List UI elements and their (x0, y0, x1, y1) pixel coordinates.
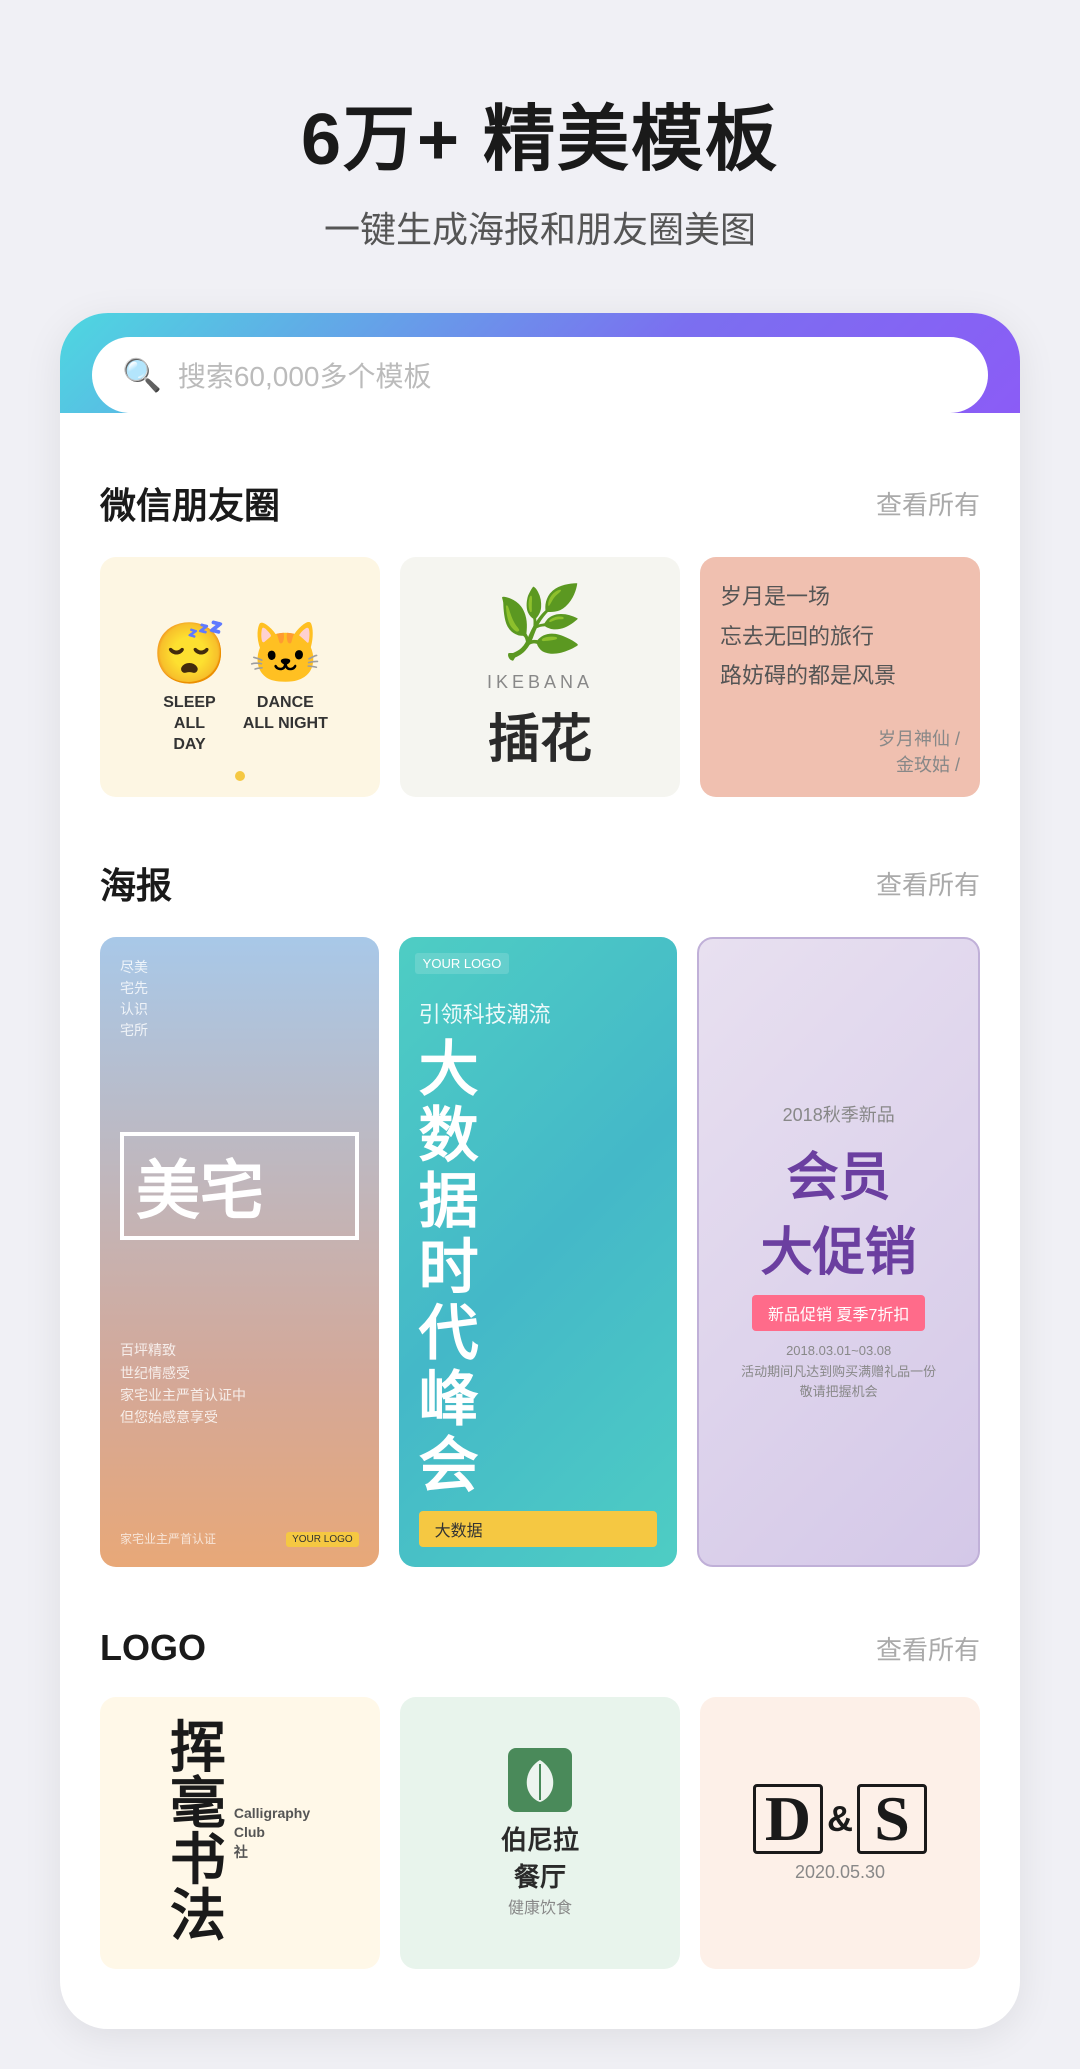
poster-1-tagline: 尽美宅先认识宅所 (120, 957, 359, 1041)
logo-section-title: LOGO (100, 1627, 206, 1669)
sleep-label: SLEEPALLDAY (163, 693, 215, 755)
logo-section-header: LOGO 查看所有 (100, 1627, 980, 1669)
poster-1-footer: 家宅业主严首认证 YOUR LOGO (120, 1528, 359, 1547)
ds-date: 2020.05.30 (795, 1862, 885, 1883)
logo-card-calligraphy[interactable]: 挥毫书法 CalligraphyClub社 (100, 1697, 380, 1969)
poster-card-real-estate[interactable]: 尽美宅先认识宅所 美宅 百坪精致世纪情感受家宅业主严首认证中但您始感意享受 家宅… (100, 937, 379, 1567)
header-section: 6万+ 精美模板 一键生成海报和朋友圈美图 (0, 0, 1080, 293)
poster-1-main-title: 美宅 (120, 1132, 359, 1240)
logo-see-all[interactable]: 查看所有 (876, 1630, 980, 1667)
poem-line-3: 路妨碍的都是风景 (720, 656, 960, 696)
search-bar[interactable]: 🔍 搜索60,000多个模板 (92, 337, 988, 413)
poem-line-1: 岁月是一场 (720, 577, 960, 617)
logo-card-ds[interactable]: D & S 2020.05.30 (700, 1697, 980, 1969)
poster-3-sub: 新品促销 夏季7折扣 (752, 1295, 925, 1331)
poster-card-member-promo[interactable]: 2018秋季新品 会员大促销 新品促销 夏季7折扣 2018.03.01~03.… (697, 937, 980, 1567)
dot-decoration (235, 771, 245, 781)
ikebana-cn: 插花 (488, 697, 592, 772)
ds-logo-wrap: D & S (753, 1784, 927, 1854)
poster-see-all[interactable]: 查看所有 (876, 865, 980, 902)
logo-section: LOGO 查看所有 挥毫书法 CalligraphyClub社 (60, 1587, 1020, 1989)
poster-2-subtitle: 引领科技潮流 (419, 997, 658, 1029)
wechat-section: 微信朋友圈 查看所有 😴 SLEEPALLDAY 🐱 DANCEALL NIGH… (60, 437, 1020, 817)
calligraphy-cn-chars: 挥毫书法 (170, 1721, 226, 1945)
leaf-icon (508, 1748, 572, 1812)
ds-d: D (753, 1784, 823, 1854)
main-card: 🔍 搜索60,000多个模板 微信朋友圈 查看所有 😴 SLEEPALLDAY … (60, 313, 1020, 2029)
logo-card-grid: 挥毫书法 CalligraphyClub社 伯尼拉餐厅 健康饮食 (100, 1697, 980, 1969)
poster-1-top: 尽美宅先认识宅所 (120, 957, 359, 1041)
ds-ampersand: & (827, 1798, 853, 1840)
poster-section: 海报 查看所有 尽美宅先认识宅所 美宅 百坪精致世纪情感受家宅业主严首认证中但您… (60, 817, 1020, 1587)
poster-1-logo-badge: YOUR LOGO (286, 1532, 359, 1547)
dance-char: 🐱 DANCEALL NIGHT (243, 618, 328, 755)
page-title: 6万+ 精美模板 (60, 80, 1020, 185)
calligraphy-en: CalligraphyClub社 (234, 1804, 310, 1863)
poster-2-your-logo: YOUR LOGO (415, 953, 510, 974)
wechat-section-title: 微信朋友圈 (100, 477, 280, 529)
search-container: 🔍 搜索60,000多个模板 (60, 313, 1020, 413)
wechat-card-poem[interactable]: 岁月是一场 忘去无回的旅行 路妨碍的都是风景 岁月神仙 /金玫姑 / (700, 557, 980, 797)
dance-label: DANCEALL NIGHT (243, 693, 328, 735)
poster-card-tech-summit[interactable]: YOUR LOGO 引领科技潮流 大数据时代峰会 大数据 (399, 937, 678, 1567)
wechat-see-all[interactable]: 查看所有 (876, 485, 980, 522)
search-icon: 🔍 (122, 356, 162, 394)
sleep-dance-content: 😴 SLEEPALLDAY 🐱 DANCEALL NIGHT (152, 618, 328, 755)
wechat-card-sleep-dance[interactable]: 😴 SLEEPALLDAY 🐱 DANCEALL NIGHT (100, 557, 380, 797)
restaurant-name: 伯尼拉餐厅 (501, 1820, 579, 1894)
calligraphy-en-wrap: CalligraphyClub社 (234, 1804, 310, 1863)
poster-1-details: 百坪精致世纪情感受家宅业主严首认证中但您始感意享受 (120, 1339, 359, 1429)
ikebana-en: IKEBANA (487, 672, 593, 693)
poster-section-title: 海报 (100, 857, 172, 909)
poster-section-header: 海报 查看所有 (100, 857, 980, 909)
poster-3-details: 2018.03.01~03.08 活动期间凡达到购买满赠礼品一份 敬请把握机会 (741, 1341, 936, 1403)
poster-1-footer-text: 家宅业主严首认证 (120, 1530, 216, 1547)
sleep-emoji: 😴 (152, 618, 227, 689)
wechat-card-grid: 😴 SLEEPALLDAY 🐱 DANCEALL NIGHT 🌿 IKEBANA… (100, 557, 980, 797)
plant-icon: 🌿 (496, 582, 583, 664)
wechat-card-ikebana[interactable]: 🌿 IKEBANA 插花 (400, 557, 680, 797)
poster-card-grid: 尽美宅先认识宅所 美宅 百坪精致世纪情感受家宅业主严首认证中但您始感意享受 家宅… (100, 937, 980, 1567)
page-subtitle: 一键生成海报和朋友圈美图 (60, 201, 1020, 253)
poster-3-year: 2018秋季新品 (783, 1101, 895, 1127)
calligraphy-content: 挥毫书法 CalligraphyClub社 (170, 1721, 310, 1945)
ds-s: S (857, 1784, 927, 1854)
poem-lines: 岁月是一场 忘去无回的旅行 路妨碍的都是风景 (720, 577, 960, 696)
poster-2-badge: 大数据 (419, 1511, 658, 1547)
logo-card-restaurant[interactable]: 伯尼拉餐厅 健康饮食 (400, 1697, 680, 1969)
poem-line-2: 忘去无回的旅行 (720, 617, 960, 657)
wechat-section-header: 微信朋友圈 查看所有 (100, 477, 980, 529)
poster-3-main-title: 会员大促销 (761, 1135, 917, 1285)
search-placeholder-text: 搜索60,000多个模板 (178, 355, 432, 395)
poem-author: 岁月神仙 /金玫姑 / (720, 725, 960, 777)
poster-2-title: 大数据时代峰会 (419, 1037, 658, 1499)
restaurant-sub: 健康饮食 (508, 1894, 572, 1918)
dance-emoji: 🐱 (248, 618, 323, 689)
poster-2-content: 引领科技潮流 大数据时代峰会 大数据 (419, 997, 658, 1547)
sleep-char: 😴 SLEEPALLDAY (152, 618, 227, 755)
